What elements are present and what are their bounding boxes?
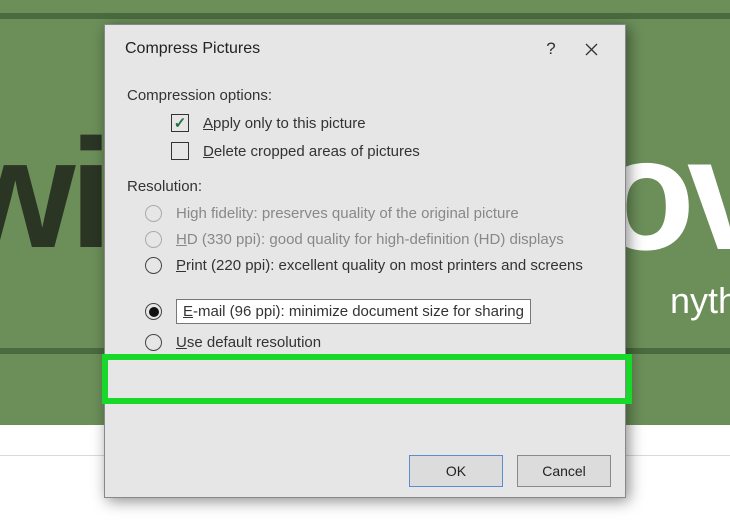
apply-only-checkbox[interactable] xyxy=(171,114,189,132)
resolution-email-mnemonic: E xyxy=(183,303,193,320)
resolution-default-radio[interactable] xyxy=(145,334,162,351)
resolution-hd-text: D (330 ppi): good quality for high-defin… xyxy=(187,231,564,248)
resolution-label: Resolution: xyxy=(127,178,603,195)
resolution-default-row[interactable]: Use default resolution xyxy=(145,334,603,351)
resolution-print-mnemonic: P xyxy=(176,257,186,274)
cancel-button[interactable]: Cancel xyxy=(517,455,611,487)
dialog-button-bar: OK Cancel xyxy=(409,455,611,487)
resolution-high-fidelity-row[interactable]: High fidelity: preserves quality of the … xyxy=(145,205,603,222)
resolution-high-fidelity-label: High fidelity: preserves quality of the … xyxy=(176,205,519,222)
resolution-hd-row[interactable]: HD (330 ppi): good quality for high-defi… xyxy=(145,231,603,248)
delete-cropped-checkbox[interactable] xyxy=(171,142,189,160)
resolution-email-radio[interactable] xyxy=(145,303,162,320)
bg-subtitle: nyth xyxy=(670,280,730,322)
resolution-print-label: Print (220 ppi): excellent quality on mo… xyxy=(176,257,583,274)
resolution-email-row[interactable]: E-mail (96 ppi): minimize document size … xyxy=(145,299,603,324)
close-icon xyxy=(585,43,598,56)
bg-brand-left-text: wi xyxy=(0,107,107,280)
apply-only-mnemonic: A xyxy=(203,115,213,132)
help-button[interactable]: ? xyxy=(531,35,571,63)
compression-options-label: Compression options: xyxy=(127,87,603,104)
delete-cropped-label: Delete cropped areas of pictures xyxy=(203,143,420,160)
resolution-high-fidelity-radio[interactable] xyxy=(145,205,162,222)
compress-pictures-dialog: Compress Pictures ? Compression options:… xyxy=(104,24,626,498)
resolution-print-row[interactable]: Print (220 ppi): excellent quality on mo… xyxy=(145,257,603,274)
apply-only-text: pply only to this picture xyxy=(213,115,366,132)
bg-brand-left: wi xyxy=(0,105,107,283)
delete-cropped-row[interactable]: Delete cropped areas of pictures xyxy=(171,142,603,160)
resolution-email-label: E-mail (96 ppi): minimize document size … xyxy=(176,299,531,324)
resolution-hd-radio[interactable] xyxy=(145,231,162,248)
delete-cropped-mnemonic: D xyxy=(203,143,214,160)
resolution-hd-label: HD (330 ppi): good quality for high-defi… xyxy=(176,231,564,248)
resolution-default-label: Use default resolution xyxy=(176,334,321,351)
dialog-title: Compress Pictures xyxy=(125,40,531,58)
ok-button[interactable]: OK xyxy=(409,455,503,487)
bg-accent-line-top xyxy=(0,13,730,19)
dialog-content: Compression options: Apply only to this … xyxy=(105,87,625,351)
close-button[interactable] xyxy=(571,35,611,63)
resolution-print-radio[interactable] xyxy=(145,257,162,274)
apply-only-row[interactable]: Apply only to this picture xyxy=(171,114,603,132)
resolution-default-text: se default resolution xyxy=(187,334,321,351)
resolution-default-mnemonic: U xyxy=(176,334,187,351)
resolution-print-text: rint (220 ppi): excellent quality on mos… xyxy=(186,257,583,274)
resolution-hd-mnemonic: H xyxy=(176,231,187,248)
apply-only-label: Apply only to this picture xyxy=(203,115,366,132)
delete-cropped-text: elete cropped areas of pictures xyxy=(214,143,420,160)
dialog-titlebar: Compress Pictures ? xyxy=(105,25,625,85)
resolution-email-text: -mail (96 ppi): minimize document size f… xyxy=(193,303,524,320)
